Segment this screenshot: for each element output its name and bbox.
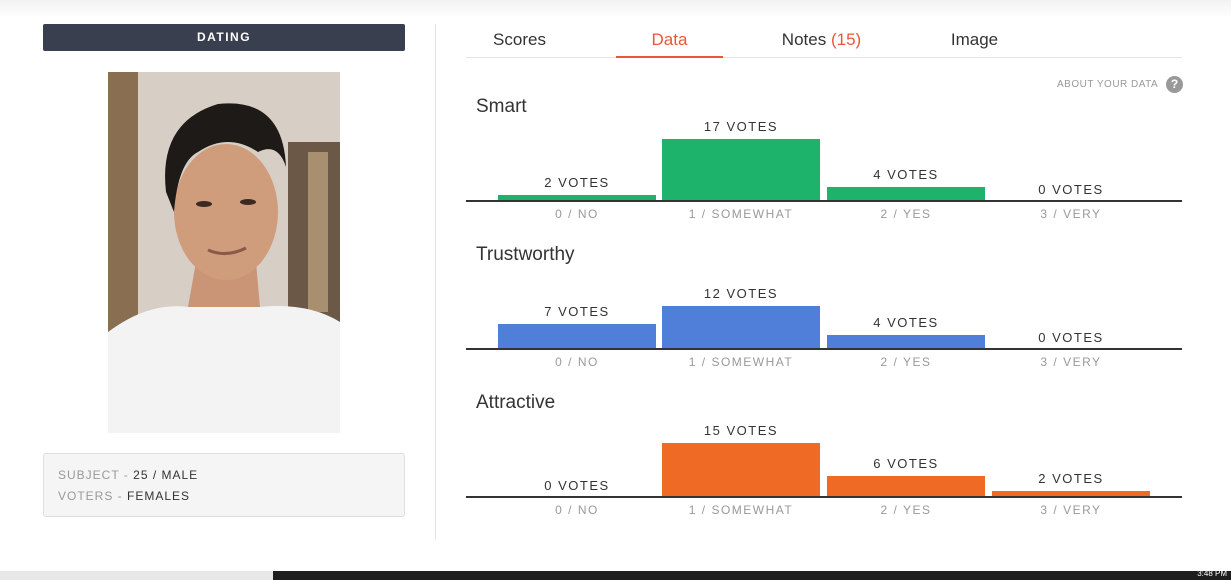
tab-data-label: Data	[651, 30, 688, 49]
separator: -	[119, 468, 134, 482]
bar[interactable]	[827, 475, 985, 498]
bar[interactable]	[498, 324, 656, 350]
vote-count-label: 4 VOTES	[873, 315, 939, 331]
category-label: 1 / SOMEWHAT	[688, 355, 794, 369]
chart-plot: 7 VOTES 12 VOTES 4 VOTES 0 VOTES	[466, 250, 1182, 350]
vote-count-label: 0 VOTES	[1038, 182, 1104, 197]
vote-count-label: 2 VOTES	[1038, 470, 1104, 486]
vertical-divider	[435, 24, 436, 540]
vote-count-label: 0 VOTES	[544, 478, 610, 493]
vote-count-label: 6 VOTES	[873, 455, 939, 471]
notes-count: (15)	[830, 30, 862, 49]
about-your-data-label: ABOUT YOUR DATA	[1057, 79, 1159, 90]
vote-count-label: 15 VOTES	[703, 422, 779, 438]
category-label: 2 / YES	[880, 355, 932, 369]
vote-count-label: 17 VOTES	[703, 119, 779, 135]
tab-data[interactable]: Data	[616, 26, 723, 58]
category-label: 3 / VERY	[1040, 355, 1102, 369]
bar[interactable]	[662, 305, 820, 350]
subject-key: SUBJECT	[58, 468, 120, 482]
bar[interactable]	[662, 442, 820, 498]
tab-notes-label: Notes	[781, 30, 827, 49]
voters-value: FEMALES	[127, 489, 191, 503]
category-label: 2 / YES	[880, 503, 932, 517]
category-label: 1 / SOMEWHAT	[688, 207, 794, 221]
subject-photo	[108, 72, 340, 433]
category-label: 3 / VERY	[1040, 503, 1102, 517]
vote-count-label: 2 VOTES	[544, 174, 610, 190]
subject-value: 25 / MALE	[133, 468, 199, 482]
bar[interactable]	[662, 139, 820, 202]
category-label: 0 / NO	[555, 207, 599, 221]
vote-count-label: 4 VOTES	[873, 167, 939, 183]
taskbar-left-area	[0, 571, 273, 580]
chart-plot: 0 VOTES 15 VOTES 6 VOTES 2 VOTES	[466, 398, 1182, 498]
category-label: 2 / YES	[880, 207, 932, 221]
subject-panel: DATING SUBJECT - 25 / MALE VOTERS - FEMA…	[43, 24, 405, 517]
vote-count-label: 7 VOTES	[544, 304, 610, 320]
help-icon[interactable]: ?	[1166, 76, 1184, 93]
category-label: 0 / NO	[555, 355, 599, 369]
about-your-data-link[interactable]: ABOUT YOUR DATA ?	[1057, 76, 1184, 93]
chart-baseline	[466, 348, 1182, 350]
subject-info-row: SUBJECT - 25 / MALE	[58, 466, 390, 487]
category-label: 1 / SOMEWHAT	[688, 503, 794, 517]
category-label: 0 / NO	[555, 503, 599, 517]
tab-image[interactable]: Image	[921, 26, 1028, 58]
chart-baseline	[466, 200, 1182, 202]
tab-scores-label: Scores	[493, 30, 546, 49]
tab-scores[interactable]: Scores	[466, 26, 573, 58]
voters-info-row: VOTERS - FEMALES	[58, 487, 390, 508]
category-badge: DATING	[43, 24, 405, 51]
vote-count-label: 0 VOTES	[1038, 330, 1104, 345]
tab-image-label: Image	[950, 30, 999, 49]
subject-info-box: SUBJECT - 25 / MALE VOTERS - FEMALES	[43, 453, 405, 517]
separator: -	[113, 489, 128, 503]
top-shadow	[0, 0, 1231, 18]
tab-notes[interactable]: Notes (15)	[768, 26, 875, 58]
category-label: 3 / VERY	[1040, 207, 1102, 221]
taskbar: 3:48 PM	[0, 569, 1231, 580]
chart-baseline	[466, 496, 1182, 498]
taskbar-clock: 3:48 PM	[1197, 569, 1227, 578]
chart-plot: 2 VOTES 17 VOTES 4 VOTES 0 VOTES	[466, 102, 1182, 202]
tab-bar: Scores Data Notes (15) Image	[466, 26, 1182, 58]
vote-count-label: 12 VOTES	[703, 285, 779, 301]
voters-key: VOTERS	[58, 489, 114, 503]
